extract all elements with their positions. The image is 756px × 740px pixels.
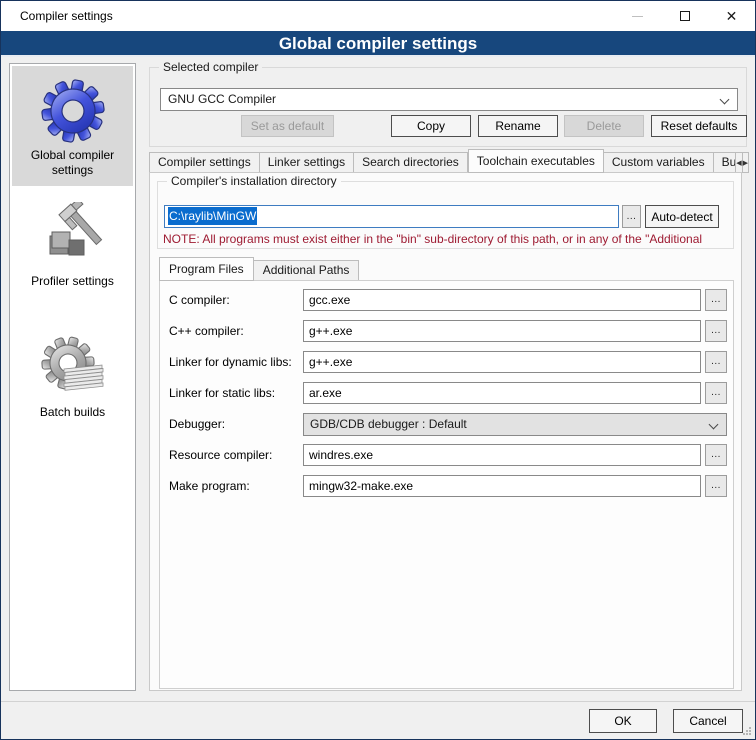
selected-compiler-value: GNU GCC Compiler [168, 92, 276, 106]
linker-dynamic-input[interactable] [303, 351, 701, 373]
form-row-linker-dynamic: Linker for dynamic libs: ... [169, 351, 727, 374]
form-row-make-program: Make program: ... [169, 475, 727, 498]
tab-toolchain-executables[interactable]: Toolchain executables [468, 149, 604, 173]
field-label: Debugger: [169, 417, 225, 431]
minimize-button[interactable] [614, 1, 661, 31]
minimize-icon [632, 16, 643, 17]
tab-build-options[interactable]: Build options [714, 152, 737, 173]
close-icon: ✕ [726, 9, 738, 23]
maximize-button[interactable] [661, 1, 708, 31]
resize-grip[interactable] [743, 727, 752, 736]
copy-button[interactable]: Copy [391, 115, 471, 137]
install-dir-browse-button[interactable]: ... [622, 205, 641, 228]
cancel-button[interactable]: Cancel [673, 709, 743, 733]
cpp-compiler-browse-button[interactable]: ... [705, 320, 727, 342]
selected-compiler-dropdown[interactable]: GNU GCC Compiler [160, 88, 738, 111]
make-program-input[interactable] [303, 475, 701, 497]
form-row-resource-compiler: Resource compiler: ... [169, 444, 727, 467]
group-label: Compiler's installation directory [167, 174, 341, 188]
arrow-left-icon: ◀ [736, 159, 741, 167]
tab-scroll-right-button[interactable]: ▶ [743, 152, 749, 173]
window-controls: ✕ [614, 1, 755, 31]
form-row-c-compiler: C compiler: ... [169, 289, 727, 312]
reset-defaults-button[interactable]: Reset defaults [651, 115, 747, 137]
ok-button[interactable]: OK [589, 709, 657, 733]
form-row-cpp-compiler: C++ compiler: ... [169, 320, 727, 343]
program-subtabs: Program Files Additional Paths [159, 257, 359, 281]
group-label: Selected compiler [159, 60, 262, 74]
tab-linker-settings[interactable]: Linker settings [260, 152, 354, 173]
field-label: Resource compiler: [169, 448, 272, 462]
install-dir-input[interactable]: C:\raylib\MinGW [164, 205, 619, 228]
linker-static-input[interactable] [303, 382, 701, 404]
auto-detect-button[interactable]: Auto-detect [645, 205, 719, 228]
delete-button[interactable]: Delete [564, 115, 644, 137]
c-compiler-input[interactable] [303, 289, 701, 311]
footer-divider [1, 701, 755, 702]
caliper-icon [38, 202, 108, 272]
sidebar-item-label: Profiler settings [14, 274, 131, 289]
make-program-browse-button[interactable]: ... [705, 475, 727, 497]
resource-compiler-input[interactable] [303, 444, 701, 466]
page-title: Global compiler settings [1, 31, 755, 57]
install-dir-value: C:\raylib\MinGW [168, 207, 257, 225]
set-as-default-button[interactable]: Set as default [241, 115, 334, 137]
close-button[interactable]: ✕ [708, 1, 755, 31]
linker-dynamic-browse-button[interactable]: ... [705, 351, 727, 373]
titlebar: Compiler settings ✕ [1, 1, 755, 31]
settings-sidebar: Global compiler settings Profiler settin… [9, 63, 136, 691]
form-row-linker-static: Linker for static libs: ... [169, 382, 727, 405]
tab-additional-paths[interactable]: Additional Paths [254, 260, 360, 281]
tab-search-directories[interactable]: Search directories [354, 152, 468, 173]
sidebar-item-batch-builds[interactable]: Batch builds [12, 323, 133, 428]
arrow-right-icon: ▶ [743, 159, 748, 167]
linker-static-browse-button[interactable]: ... [705, 382, 727, 404]
compiler-tabs: Compiler settings Linker settings Search… [149, 149, 749, 173]
debugger-value: GDB/CDB debugger : Default [310, 417, 467, 431]
resource-compiler-browse-button[interactable]: ... [705, 444, 727, 466]
tab-compiler-settings[interactable]: Compiler settings [149, 152, 260, 173]
gray-gear-stack-icon [38, 333, 108, 403]
field-label: C++ compiler: [169, 324, 244, 338]
blue-gear-icon [38, 76, 108, 146]
field-label: Make program: [169, 479, 250, 493]
field-label: Linker for static libs: [169, 386, 275, 400]
form-row-debugger: Debugger: GDB/CDB debugger : Default [169, 413, 727, 436]
install-dir-note: NOTE: All programs must exist either in … [163, 232, 731, 246]
sidebar-item-label: Batch builds [14, 405, 131, 420]
window-title: Compiler settings [20, 9, 113, 23]
tab-custom-variables[interactable]: Custom variables [604, 152, 714, 173]
field-label: C compiler: [169, 293, 230, 307]
c-compiler-browse-button[interactable]: ... [705, 289, 727, 311]
chevron-down-icon [720, 95, 730, 105]
compiler-settings-window: Compiler settings ✕ Global compiler sett… [0, 0, 756, 740]
tab-program-files[interactable]: Program Files [159, 257, 254, 281]
sidebar-item-global-compiler-settings[interactable]: Global compiler settings [12, 66, 133, 186]
sidebar-item-profiler-settings[interactable]: Profiler settings [12, 192, 133, 297]
field-label: Linker for dynamic libs: [169, 355, 292, 369]
chevron-down-icon [709, 420, 719, 430]
maximize-icon [680, 11, 690, 21]
cpp-compiler-input[interactable] [303, 320, 701, 342]
debugger-dropdown[interactable]: GDB/CDB debugger : Default [303, 413, 727, 436]
rename-button[interactable]: Rename [478, 115, 558, 137]
sidebar-item-label: Global compiler settings [14, 148, 131, 178]
